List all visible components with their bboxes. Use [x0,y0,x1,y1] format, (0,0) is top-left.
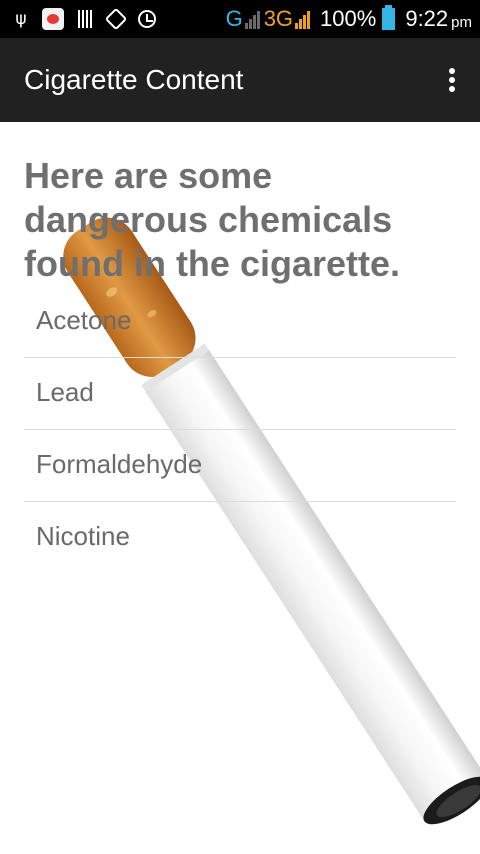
list-item[interactable]: Lead [24,358,456,430]
list-item-label: Formaldehyde [36,449,203,479]
signal-strength-icon [244,9,260,29]
list-item[interactable]: Acetone [24,286,456,358]
list-item-label: Lead [36,377,94,407]
battery-icon [382,5,396,30]
usb-icon: ψ [15,9,27,29]
status-bar: ψ G 3G 100% 9:22 pm [0,0,480,38]
barcode-icon [78,10,94,28]
clock-suffix: pm [451,13,472,31]
clock: 9:22 [405,6,449,31]
main-content: Here are some dangerous chemicals found … [0,122,480,854]
page-headline: Here are some dangerous chemicals found … [24,155,401,284]
more-vert-icon[interactable] [444,64,460,96]
action-bar: Cigarette Content [0,38,480,122]
alarm-icon [138,10,156,28]
list-item-label: Acetone [36,305,132,335]
screen-rotate-icon [104,7,128,31]
network-type-3g: 3G [263,6,294,31]
notification-icons: ψ [14,6,156,32]
list-item[interactable]: Nicotine [24,502,456,574]
signal-strength-3g-icon [295,9,311,29]
app-title: Cigarette Content [24,64,244,95]
chemical-list: Acetone Lead Formaldehyde Nicotine [24,286,456,574]
battery-percent: 100% [320,6,377,31]
list-item-label: Nicotine [36,521,130,551]
system-icons: G 3G 100% 9:22 pm [220,4,472,34]
app-notification-icon [42,8,64,30]
network-type-g: G [225,6,243,31]
list-item[interactable]: Formaldehyde [24,430,456,502]
